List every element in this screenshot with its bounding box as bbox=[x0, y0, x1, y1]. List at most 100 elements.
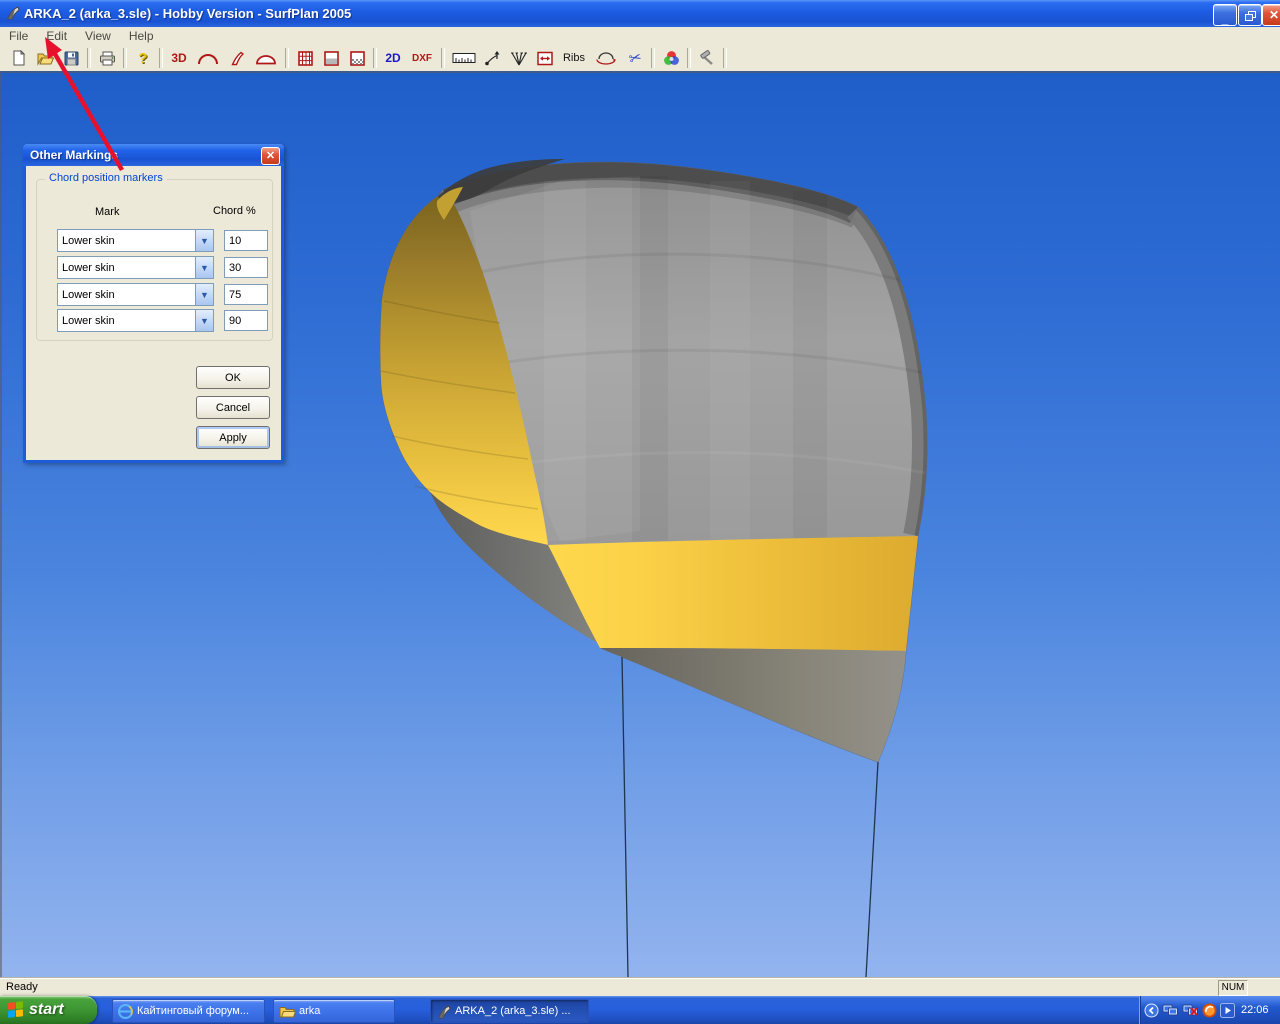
system-tray: 22:06 bbox=[1139, 996, 1280, 1024]
dialog-body: Chord position markers Mark Chord % Lowe… bbox=[26, 166, 281, 460]
grid-icon bbox=[298, 51, 313, 66]
panel-dither-icon bbox=[350, 51, 365, 66]
network-offline-tray-icon[interactable] bbox=[1182, 1003, 1199, 1017]
menu-help[interactable]: Help bbox=[120, 28, 163, 44]
apply-button[interactable]: Apply bbox=[196, 426, 270, 449]
chevron-down-icon[interactable]: ▼ bbox=[195, 284, 213, 305]
chevron-down-icon[interactable]: ▼ bbox=[195, 310, 213, 331]
closed-arc-icon bbox=[255, 52, 277, 65]
bridle-lines-button[interactable] bbox=[506, 47, 532, 69]
chord-input-1[interactable] bbox=[224, 230, 268, 251]
menu-file[interactable]: File bbox=[0, 28, 37, 44]
chord-input-3[interactable] bbox=[224, 284, 268, 305]
dialog-title: Other Markings bbox=[30, 148, 118, 162]
ruler-icon bbox=[452, 52, 476, 64]
toolbar-separator bbox=[159, 48, 163, 68]
bridle-lines-icon bbox=[510, 51, 528, 66]
panel-solid-icon bbox=[324, 51, 339, 66]
surfplan-document-icon bbox=[436, 1004, 451, 1019]
hide-icons-chevron-icon[interactable] bbox=[1144, 1003, 1159, 1018]
toolbar-separator bbox=[373, 48, 377, 68]
window-title: ARKA_2 (arka_3.sle) - Hobby Version - Su… bbox=[24, 6, 351, 21]
dxf-export-button[interactable]: DXF bbox=[406, 47, 438, 69]
save-icon bbox=[64, 51, 79, 66]
clock: 22:06 bbox=[1241, 1004, 1269, 1016]
scissors-icon: ✂ bbox=[627, 48, 644, 69]
status-bar: Ready NUM bbox=[0, 977, 1280, 997]
new-document-icon bbox=[11, 50, 27, 66]
seam-arc-icon bbox=[595, 51, 617, 66]
color-wheel-icon bbox=[663, 50, 680, 66]
folder-icon bbox=[279, 1005, 295, 1018]
orange-app-tray-icon[interactable] bbox=[1202, 1003, 1217, 1018]
arc-icon bbox=[197, 51, 219, 65]
menu-view[interactable]: View bbox=[76, 28, 120, 44]
restore-button[interactable] bbox=[1238, 4, 1262, 26]
group-label: Chord position markers bbox=[45, 172, 167, 184]
bridle-point-button[interactable] bbox=[480, 47, 506, 69]
chevron-down-icon[interactable]: ▼ bbox=[195, 230, 213, 251]
windows-flag-icon bbox=[8, 1001, 24, 1019]
close-button[interactable]: ✕ bbox=[1262, 4, 1280, 26]
new-document-button[interactable] bbox=[6, 47, 32, 69]
open-folder-icon bbox=[37, 51, 54, 66]
start-button[interactable]: start bbox=[0, 996, 97, 1024]
media-player-tray-icon[interactable] bbox=[1220, 1003, 1235, 1018]
toolbar-separator bbox=[723, 48, 727, 68]
ribs-button[interactable]: Ribs bbox=[558, 47, 590, 69]
view-3d-button[interactable]: 3D bbox=[166, 47, 192, 69]
mark-column-header: Mark bbox=[95, 206, 119, 218]
chord-input-4[interactable] bbox=[224, 310, 268, 331]
save-button[interactable] bbox=[58, 47, 84, 69]
status-text: Ready bbox=[6, 981, 38, 993]
toolbar-separator bbox=[285, 48, 289, 68]
toolbar-separator bbox=[687, 48, 691, 68]
grid-panels-button[interactable] bbox=[292, 47, 318, 69]
mark-combo-4[interactable]: Lower skin ▼ bbox=[57, 309, 214, 332]
kite-profile-button[interactable] bbox=[224, 47, 250, 69]
taskbar-item-browser[interactable]: Кайтинговый форум... bbox=[112, 999, 265, 1023]
chord-markers-group: Chord position markers Mark Chord % Lowe… bbox=[36, 179, 273, 341]
open-file-button[interactable] bbox=[32, 47, 58, 69]
dxf-label: DXF bbox=[412, 53, 432, 64]
taskbar-item-surfplan[interactable]: ARKA_2 (arka_3.sle) ... bbox=[430, 999, 589, 1023]
chevron-down-icon[interactable]: ▼ bbox=[195, 257, 213, 278]
panel-dither-button[interactable] bbox=[344, 47, 370, 69]
taskbar-item-folder[interactable]: arka bbox=[273, 999, 395, 1023]
view-2d-label: 2D bbox=[385, 51, 400, 65]
width-measure-button[interactable] bbox=[532, 47, 558, 69]
toolbar-separator bbox=[123, 48, 127, 68]
taskbar: start Кайтинговый форум... arka ARKA_2 (… bbox=[0, 996, 1280, 1024]
tools-button[interactable] bbox=[694, 47, 720, 69]
toolbar-separator bbox=[87, 48, 91, 68]
cancel-button[interactable]: Cancel bbox=[196, 396, 270, 419]
view-2d-button[interactable]: 2D bbox=[380, 47, 406, 69]
help-icon: ? bbox=[138, 50, 147, 67]
chord-column-header: Chord % bbox=[213, 205, 256, 217]
dialog-close-button[interactable]: ✕ bbox=[261, 147, 280, 165]
cut-panels-button[interactable]: ✂ bbox=[622, 47, 648, 69]
kite-profile-icon bbox=[230, 51, 245, 66]
help-button[interactable]: ? bbox=[130, 47, 156, 69]
mark-combo-2[interactable]: Lower skin ▼ bbox=[57, 256, 214, 279]
minimize-button[interactable]: _ bbox=[1213, 4, 1237, 26]
close-icon: ✕ bbox=[1269, 9, 1279, 21]
internet-explorer-icon bbox=[118, 1004, 133, 1019]
mark-combo-3[interactable]: Lower skin ▼ bbox=[57, 283, 214, 306]
panel-solid-button[interactable] bbox=[318, 47, 344, 69]
menu-edit[interactable]: Edit bbox=[37, 28, 76, 44]
print-button[interactable] bbox=[94, 47, 120, 69]
hammer-icon bbox=[699, 50, 716, 66]
closed-arc-button[interactable] bbox=[250, 47, 282, 69]
close-icon: ✕ bbox=[266, 151, 275, 162]
num-lock-indicator: NUM bbox=[1218, 980, 1248, 996]
network-tray-icon[interactable] bbox=[1162, 1003, 1179, 1017]
chord-input-2[interactable] bbox=[224, 257, 268, 278]
width-measure-icon bbox=[537, 51, 553, 66]
ok-button[interactable]: OK bbox=[196, 366, 270, 389]
colors-button[interactable] bbox=[658, 47, 684, 69]
mark-combo-1[interactable]: Lower skin ▼ bbox=[57, 229, 214, 252]
seam-arc-button[interactable] bbox=[590, 47, 622, 69]
arc-shape-button[interactable] bbox=[192, 47, 224, 69]
ruler-button[interactable] bbox=[448, 47, 480, 69]
